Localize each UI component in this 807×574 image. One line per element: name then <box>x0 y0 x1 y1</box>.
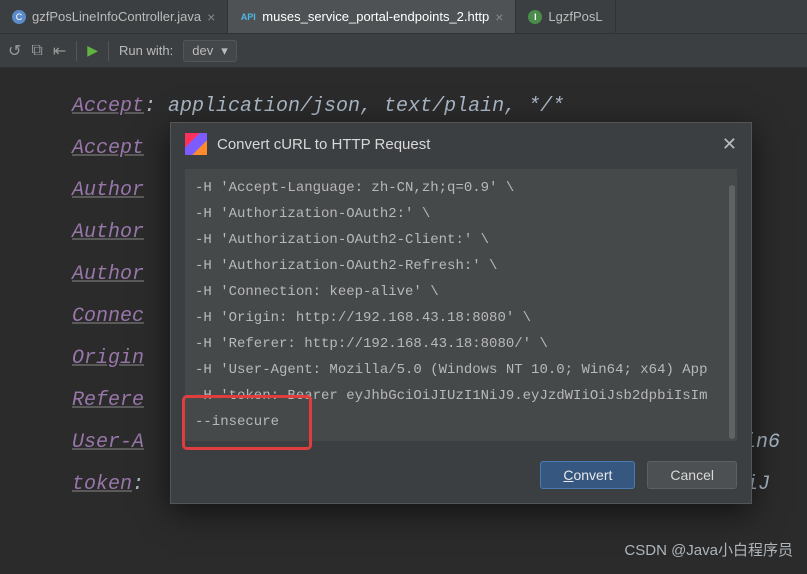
curl-line: --insecure <box>195 409 727 435</box>
watermark: CSDN @Java小白程序员 <box>624 539 793 560</box>
tab-java-file[interactable]: C gzfPosLineInfoController.java × <box>0 0 228 33</box>
tab-http-file[interactable]: API muses_service_portal-endpoints_2.htt… <box>228 0 516 33</box>
curl-line: -H 'User-Agent: Mozilla/5.0 (Windows NT … <box>195 357 727 383</box>
dialog-header: Convert cURL to HTTP Request ✕ <box>171 123 751 165</box>
tab-label: LgzfPosL <box>548 9 602 24</box>
run-config-select[interactable]: dev ▾ <box>183 40 237 62</box>
curl-line: -H 'Connection: keep-alive' \ <box>195 279 727 305</box>
dialog-title: Convert cURL to HTTP Request <box>217 136 712 153</box>
import-icon[interactable]: ⇤ <box>53 41 66 61</box>
curl-line: -H 'Authorization-OAuth2-Client:' \ <box>195 227 727 253</box>
dialog-footer: Convert Cancel <box>171 453 751 503</box>
run-with-label: Run with: <box>119 43 173 58</box>
intellij-logo-icon <box>185 133 207 155</box>
curl-line: -H 'Referer: http://192.168.43.18:8080/'… <box>195 331 727 357</box>
history-icon[interactable]: ↺ <box>8 41 21 61</box>
close-icon[interactable]: × <box>495 9 503 25</box>
convert-curl-dialog: Convert cURL to HTTP Request ✕ -H 'Accep… <box>170 122 752 504</box>
curl-line: -H 'token: Bearer eyJhbGciOiJIUzI1NiJ9.e… <box>195 383 727 409</box>
toolbar: ↺ ⧉ ⇤ ▶ Run with: dev ▾ <box>0 34 807 68</box>
curl-line: -H 'Origin: http://192.168.43.18:8080' \ <box>195 305 727 331</box>
separator <box>108 41 109 61</box>
cancel-button[interactable]: Cancel <box>647 461 737 489</box>
close-icon[interactable]: ✕ <box>722 134 737 155</box>
convert-button[interactable]: Convert <box>540 461 635 489</box>
interface-icon: I <box>528 10 542 24</box>
close-icon[interactable]: × <box>207 9 215 25</box>
run-icon[interactable]: ▶ <box>87 42 98 59</box>
separator <box>76 41 77 61</box>
tab-bar: C gzfPosLineInfoController.java × API mu… <box>0 0 807 34</box>
tab-label: muses_service_portal-endpoints_2.http <box>262 9 489 24</box>
curl-line: -H 'Accept-Language: zh-CN,zh;q=0.9' \ <box>195 175 727 201</box>
java-class-icon: C <box>12 10 26 24</box>
curl-input-textarea[interactable]: -H 'Accept-Language: zh-CN,zh;q=0.9' \ -… <box>185 169 737 441</box>
tab-label: gzfPosLineInfoController.java <box>32 9 201 24</box>
copy-icon[interactable]: ⧉ <box>31 42 42 60</box>
run-config-value: dev <box>192 43 213 58</box>
chevron-down-icon: ▾ <box>221 43 228 59</box>
http-api-icon: API <box>240 9 256 25</box>
curl-line: -H 'Authorization-OAuth2:' \ <box>195 201 727 227</box>
curl-line: -H 'Authorization-OAuth2-Refresh:' \ <box>195 253 727 279</box>
tab-file-3[interactable]: I LgzfPosL <box>516 0 615 33</box>
